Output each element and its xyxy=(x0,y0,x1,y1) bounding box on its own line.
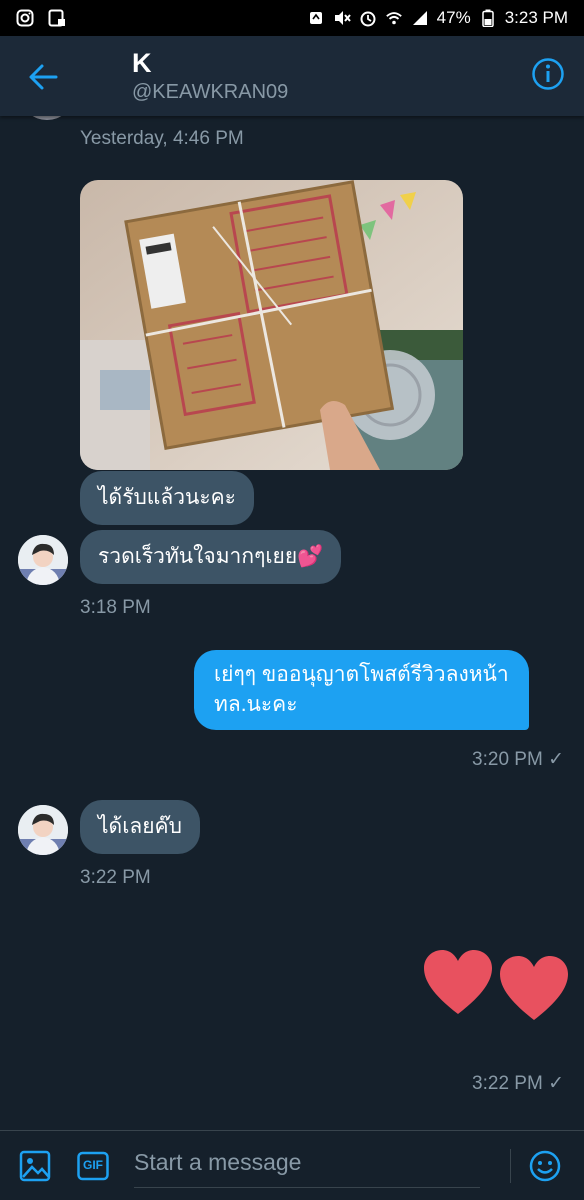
alarm-icon xyxy=(359,9,377,27)
arrow-left-icon xyxy=(29,64,58,90)
divider xyxy=(510,1149,511,1183)
heart-icon xyxy=(500,956,568,1020)
info-button[interactable] xyxy=(530,56,566,92)
timestamp: Yesterday, 4:46 PM xyxy=(80,128,244,149)
status-time: 3:23 PM xyxy=(504,8,568,27)
message-status: 3:22 PM ✓ xyxy=(472,1072,564,1095)
outgoing-message[interactable]: เย่ๆๆ ขออนุญาตโพสต์รีวิวลงหน้า ทล.นะคะ xyxy=(194,650,529,730)
instagram-icon xyxy=(16,9,34,27)
conversation-title[interactable]: K @KEAWKRAN09 xyxy=(132,48,288,106)
wifi-icon xyxy=(385,9,403,27)
incoming-message[interactable]: ได้เลยค๊บ xyxy=(80,800,200,854)
timestamp: 3:20 PM xyxy=(472,749,543,770)
battery-icon xyxy=(479,9,497,27)
mute-icon xyxy=(333,9,351,27)
signal-icon xyxy=(411,9,429,27)
battery-percent: 47% xyxy=(436,8,471,27)
contact-name: K xyxy=(132,48,152,78)
message-text-line: เย่ๆๆ ขออนุญาตโพสต์รีวิวลงหน้า xyxy=(214,663,509,686)
message-text-line: ทล.นะคะ xyxy=(214,693,298,716)
image-lock-icon xyxy=(48,9,66,27)
hearts-emoji-message[interactable] xyxy=(422,948,570,1028)
two-hearts-icon: 💕 xyxy=(297,545,324,568)
message-status: 3:20 PM ✓ xyxy=(472,748,564,771)
image-icon xyxy=(19,1150,51,1182)
emoji-button[interactable] xyxy=(528,1149,562,1183)
conversation-header: K @KEAWKRAN09 xyxy=(0,36,584,116)
check-icon: ✓ xyxy=(548,1073,564,1094)
incoming-message[interactable]: รวดเร็วทันใจมากๆเยย💕 xyxy=(80,530,342,584)
input-underline xyxy=(134,1187,480,1188)
timestamp: 3:22 PM xyxy=(472,1073,543,1094)
timestamp: 3:18 PM xyxy=(80,597,151,618)
recycle-icon xyxy=(307,9,325,27)
status-bar: 47% 3:23 PM xyxy=(0,0,584,36)
gif-button[interactable]: GIF xyxy=(76,1149,110,1183)
avatar[interactable] xyxy=(18,805,68,855)
image-button[interactable] xyxy=(18,1149,52,1183)
message-list[interactable]: Yesterday, 4:46 PM ได้รับแล้วนะคะ รวดเร็… xyxy=(0,116,584,1130)
message-text: รวดเร็วทันใจมากๆเยย xyxy=(98,545,298,568)
back-button[interactable] xyxy=(26,60,60,94)
message-composer: GIF Start a message xyxy=(0,1130,584,1200)
photo-message[interactable] xyxy=(80,180,463,470)
gif-label: GIF xyxy=(83,1158,103,1172)
avatar[interactable] xyxy=(18,535,68,585)
avatar xyxy=(22,116,72,120)
timestamp: 3:22 PM xyxy=(80,867,151,888)
contact-handle: @KEAWKRAN09 xyxy=(132,81,289,103)
message-input[interactable]: Start a message xyxy=(134,1149,301,1176)
smiley-icon xyxy=(529,1150,561,1182)
incoming-message[interactable]: ได้รับแล้วนะคะ xyxy=(80,471,254,525)
check-icon: ✓ xyxy=(548,749,564,770)
heart-icon xyxy=(424,950,492,1014)
info-icon xyxy=(532,58,564,90)
